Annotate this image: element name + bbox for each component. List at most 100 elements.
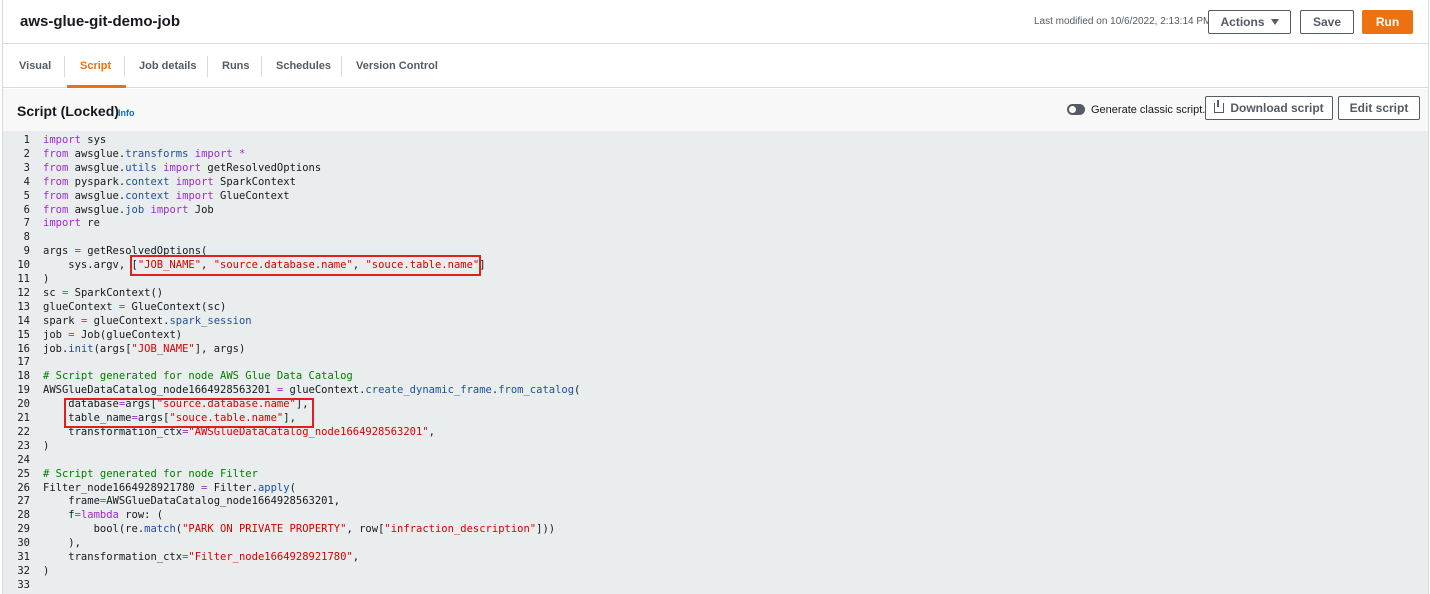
save-button[interactable]: Save [1300,10,1354,34]
tab-script[interactable]: Script [66,44,127,88]
code-text: ), [43,537,81,550]
code-line: 23) [3,439,1428,453]
code-line: 32) [3,564,1428,578]
tab-divider [64,56,65,77]
code-text: transformation_ctx="Filter_node166492892… [43,551,360,563]
last-modified-text: Last modified on 10/6/2022, 2:13:14 PM [1034,16,1212,27]
line-number: 32 [17,564,30,577]
code-text: Filter_node1664928921780 = Filter.apply( [43,481,296,494]
tab-divider [207,56,208,77]
code-line: 2 from awsglue.transforms import * [3,147,1428,161]
line-number: 20 [17,398,30,411]
actions-button[interactable]: Actions [1208,10,1291,34]
code-line: 1 import sys [3,133,1428,147]
line-number: 3 [23,161,30,174]
code-line: 6 from awsglue.job import Job [3,203,1428,217]
line-number: 8 [23,231,30,244]
code-line: 4 from pyspark.context import SparkContex… [3,175,1428,189]
line-number: 9 [23,245,30,258]
line-number: 29 [17,523,30,536]
line-number: 14 [17,314,30,327]
code-line: 31 transformation_ctx="Filter_node166492… [3,550,1428,564]
code-line: 10 sys.argv, ["JOB_NAME", "source.databa… [3,258,1428,272]
code-text: import re [43,217,100,230]
code-text: ) [43,439,50,452]
classic-script-toggle[interactable] [1067,104,1085,115]
code-text: bool(re.match("PARK ON PRIVATE PROPERTY"… [43,523,556,536]
code-line: 13 glueContext = GlueContext(sc) [3,300,1428,314]
tab-divider [261,56,262,77]
code-line: 9 args = getResolvedOptions( [3,244,1428,258]
tab-runs[interactable]: Runs [222,44,250,88]
line-number: 18 [17,370,30,383]
code-line: 19 AWSGlueDataCatalog_node1664928563201 =… [3,383,1428,397]
line-number: 25 [17,467,30,480]
edit-script-button[interactable]: Edit script [1338,96,1420,120]
line-number: 30 [17,537,30,550]
line-number: 27 [17,495,30,508]
download-icon [1214,100,1225,113]
code-line: 8 [3,230,1428,244]
tab-version-control[interactable]: Version Control [356,44,438,88]
code-text: ) [43,273,50,285]
code-line: 16 job.init(args["JOB_NAME"], args) [3,342,1428,356]
code-line: 25 # Script generated for node Filter [3,467,1428,481]
code-text: sys.argv, ["JOB_NAME", "source.database.… [43,259,486,272]
code-text: table_name=args["souce.table.name"], [43,412,296,424]
code-line: 20 database=args["source.database.name"]… [3,397,1428,411]
line-number: 22 [17,425,30,438]
code-text: spark = glueContext.spark_session [43,314,252,327]
run-button[interactable]: Run [1362,10,1413,34]
code-line: 18 # Script generated for node AWS Glue D… [3,369,1428,383]
code-editor[interactable]: 33 32) 31 transformation_ctx="Filter_node1… [3,132,1428,594]
code-text: database=args["source.database.name"], [43,398,309,411]
code-text: frame=AWSGlueDataCatalog_node16649285632… [43,495,341,508]
code-line: 15 job = Job(glueContext) [3,328,1428,342]
code-text: from awsglue.job import Job [43,203,214,216]
code-text: f=lambda row: ( [43,509,164,522]
job-header: aws-glue-git-demo-job Last modified on 1… [3,0,1428,44]
code-line: 5 from awsglue.context import GlueContext [3,189,1428,203]
code-line: 30 ), [3,536,1428,550]
code-text: ) [43,564,50,577]
code-line: 28 f=lambda row: ( [3,508,1428,522]
code-line: 14 spark = glueContext.spark_session [3,314,1428,328]
line-number: 24 [17,453,30,466]
code-line: 11) [3,272,1428,286]
line-number: 16 [17,342,30,355]
tab-visual[interactable]: Visual [19,44,51,88]
code-line: 33 [3,578,1428,592]
line-number: 6 [23,203,30,216]
code-text: AWSGlueDataCatalog_node1664928563201 = g… [43,384,581,397]
line-number: 28 [17,509,30,522]
code-text: from awsglue.context import GlueContext [43,189,290,202]
job-title: aws-glue-git-demo-job [20,13,180,30]
classic-script-toggle-label: Generate classic script. [1091,104,1206,116]
line-number: 12 [17,286,30,299]
code-text: job = Job(glueContext) [43,328,183,341]
code-line: 24 [3,453,1428,467]
code-line: 17 [3,355,1428,369]
code-text: sc = SparkContext() [43,286,164,299]
line-number: 7 [23,217,30,230]
info-link[interactable]: Info [118,108,135,118]
line-number: 4 [23,175,30,188]
code-text: transformation_ctx="AWSGlueDataCatalog_n… [43,425,435,438]
code-text: from awsglue.utils import getResolvedOpt… [43,161,322,174]
code-line: 26 Filter_node1664928921780 = Filter.appl… [3,481,1428,495]
download-script-button[interactable]: Download script [1205,96,1333,120]
code-line: 3 from awsglue.utils import getResolvedOp… [3,161,1428,175]
code-line: 7 import re [3,216,1428,230]
code-text: job.init(args["JOB_NAME"], args) [43,342,246,355]
tab-job-details[interactable]: Job details [139,44,196,88]
line-number: 1 [23,134,30,146]
code-line: 22 transformation_ctx="AWSGlueDataCatalo… [3,425,1428,439]
tab-schedules[interactable]: Schedules [276,44,331,88]
glue-job-editor: aws-glue-git-demo-job Last modified on 1… [2,0,1429,594]
line-number: 33 [17,578,30,591]
code-text: from pyspark.context import SparkContext [43,175,296,188]
actions-label: Actions [1220,15,1265,29]
line-number: 15 [17,328,30,341]
line-number: 5 [23,189,30,202]
code-text: glueContext = GlueContext(sc) [43,300,227,313]
